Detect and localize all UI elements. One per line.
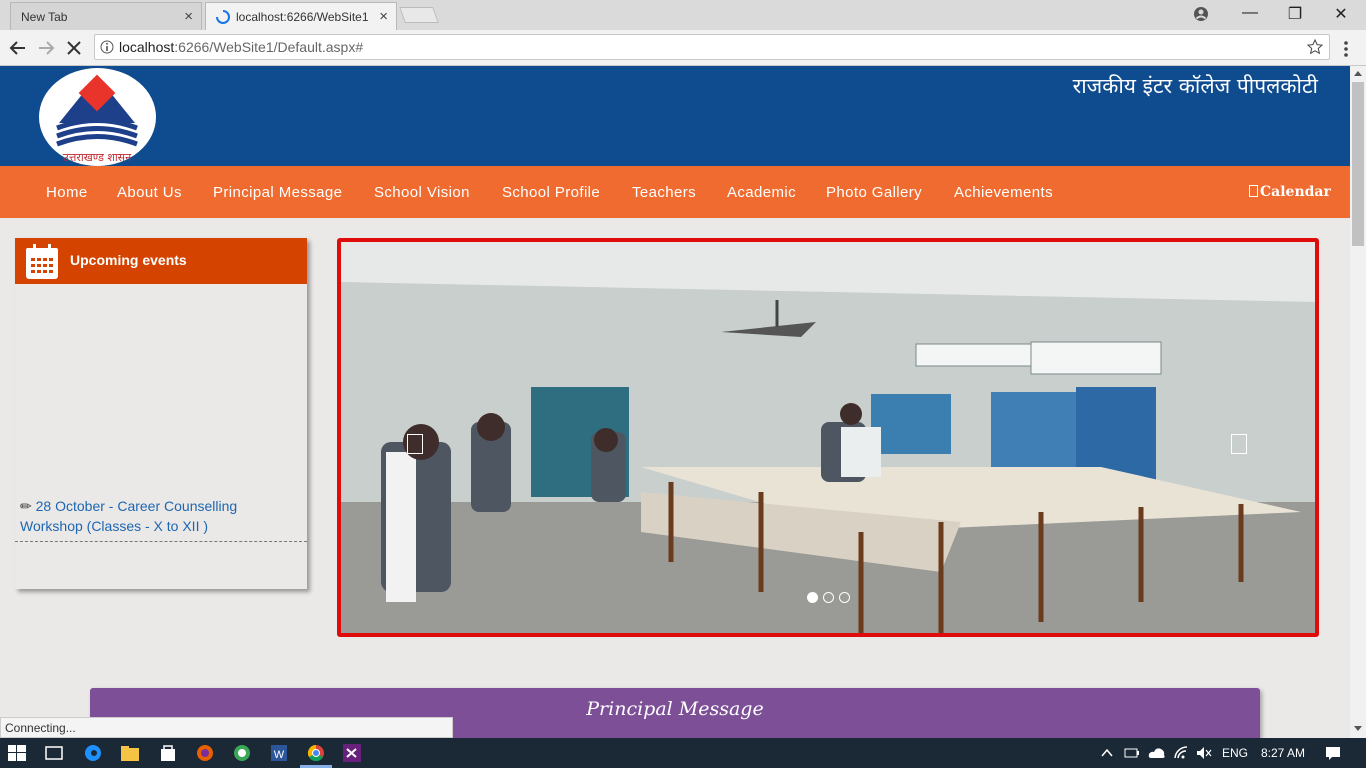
browser-toolbar: localhost:6266/WebSite1/Default.aspx# <box>0 30 1366 66</box>
status-bar: Connecting... <box>0 717 453 738</box>
slide-dot-2[interactable] <box>823 592 834 603</box>
close-tab-icon[interactable]: × <box>379 8 388 25</box>
info-icon[interactable] <box>100 40 114 54</box>
clock[interactable]: 8:27 AM <box>1261 746 1305 760</box>
emblem-icon: उत्तराखण्ड शासन <box>56 74 138 164</box>
scroll-up-icon[interactable] <box>1354 70 1362 76</box>
url-path: :6266/WebSite1/Default.aspx# <box>174 39 364 55</box>
menu-photo-gallery[interactable]: Photo Gallery <box>826 184 922 201</box>
minimize-button[interactable]: — <box>1235 4 1265 22</box>
profile-icon[interactable] <box>1193 6 1209 22</box>
tab-new-tab[interactable]: New Tab × <box>10 2 202 30</box>
close-window-button[interactable]: ✕ <box>1326 4 1356 24</box>
upcoming-events-panel: Upcoming events ✏ 28 October - Career Co… <box>15 238 307 589</box>
previous-slide-icon[interactable] <box>407 434 423 454</box>
visual-studio-icon[interactable] <box>342 743 362 763</box>
tab-localhost[interactable]: localhost:6266/WebSite1 × <box>205 2 397 30</box>
word-icon[interactable]: W <box>269 743 289 763</box>
address-bar[interactable]: localhost:6266/WebSite1/Default.aspx# <box>94 34 1330 60</box>
volume-muted-icon[interactable] <box>1196 746 1212 760</box>
windows-start-icon[interactable] <box>8 745 26 761</box>
menu-calendar[interactable]: Calendar <box>1260 184 1331 200</box>
event-divider <box>15 541 307 542</box>
bookmark-star-icon[interactable] <box>1307 39 1323 55</box>
tray-chevron-icon[interactable] <box>1101 748 1113 758</box>
maximize-button[interactable]: ❐ <box>1280 4 1310 24</box>
slide-dot-3[interactable] <box>839 592 850 603</box>
school-name: राजकीय इंटर कॉलेज पीपलकोटी <box>1072 74 1318 98</box>
tab-title: New Tab <box>21 9 68 24</box>
event-text[interactable]: 28 October - Career Counselling Workshop… <box>20 498 237 534</box>
site-banner: उत्तराखण्ड शासन राजकीय इंटर कॉलेज पीपलको… <box>0 66 1350 166</box>
menu-about-us[interactable]: About Us <box>117 184 182 201</box>
svg-text:W: W <box>274 749 285 761</box>
tab-title: localhost:6266/WebSite1 <box>236 9 369 24</box>
chrome-icon[interactable] <box>306 743 326 763</box>
page-scrollbar[interactable] <box>1350 66 1366 738</box>
browser-tab-bar: New Tab × localhost:6266/WebSite1 × — ❐ … <box>0 0 1366 30</box>
menu-home[interactable]: Home <box>46 184 88 201</box>
windows-taskbar: W ENG 8:27 AM <box>0 738 1366 768</box>
classroom-photo <box>341 242 1315 633</box>
close-tab-icon[interactable]: × <box>184 8 193 25</box>
forward-arrow-icon[interactable] <box>37 39 55 57</box>
scroll-down-icon[interactable] <box>1354 726 1362 732</box>
loading-spinner-icon <box>216 9 230 24</box>
file-explorer-icon[interactable] <box>120 743 140 763</box>
calendar-icon <box>26 244 58 279</box>
url-host: localhost <box>119 39 175 55</box>
battery-icon[interactable] <box>1124 747 1140 759</box>
back-arrow-icon[interactable] <box>9 39 27 57</box>
events-title: Upcoming events <box>70 252 187 268</box>
image-slider <box>337 238 1319 637</box>
menu-achievements[interactable]: Achievements <box>954 184 1053 201</box>
firefox-icon[interactable] <box>195 743 215 763</box>
store-icon[interactable] <box>158 743 178 763</box>
menu-school-vision[interactable]: School Vision <box>374 184 470 201</box>
pen-bullet-icon: ✏ <box>20 498 32 514</box>
menu-principal-message[interactable]: Principal Message <box>213 184 342 201</box>
new-tab-button[interactable] <box>399 7 439 23</box>
slide-dot-1[interactable] <box>807 592 818 603</box>
logo-caption: उत्तराखण्ड शासन <box>63 151 132 164</box>
web-page: उत्तराखण्ड शासन राजकीय इंटर कॉलेज पीपलको… <box>0 66 1350 738</box>
calendar-glyph-icon <box>1249 185 1258 197</box>
edge-icon[interactable] <box>83 743 103 763</box>
event-item[interactable]: ✏ 28 October - Career Counselling Worksh… <box>20 496 300 536</box>
stop-loading-icon[interactable] <box>65 39 83 57</box>
menu-academic[interactable]: Academic <box>727 184 796 201</box>
task-view-icon[interactable] <box>44 743 64 763</box>
language-indicator[interactable]: ENG <box>1222 746 1248 760</box>
uttarakhand-logo[interactable]: उत्तराखण्ड शासन <box>39 68 156 166</box>
menu-teachers[interactable]: Teachers <box>632 184 696 201</box>
green-app-icon[interactable] <box>232 743 252 763</box>
menu-school-profile[interactable]: School Profile <box>502 184 600 201</box>
onedrive-icon[interactable] <box>1148 746 1166 759</box>
main-menu: Home About Us Principal Message School V… <box>0 166 1350 218</box>
menu-dots-icon[interactable] <box>1343 40 1349 58</box>
wifi-icon[interactable] <box>1173 746 1189 760</box>
events-header: Upcoming events <box>15 238 307 284</box>
action-center-icon[interactable] <box>1325 746 1341 761</box>
scrollbar-thumb[interactable] <box>1352 82 1364 246</box>
next-slide-icon[interactable] <box>1231 434 1247 454</box>
